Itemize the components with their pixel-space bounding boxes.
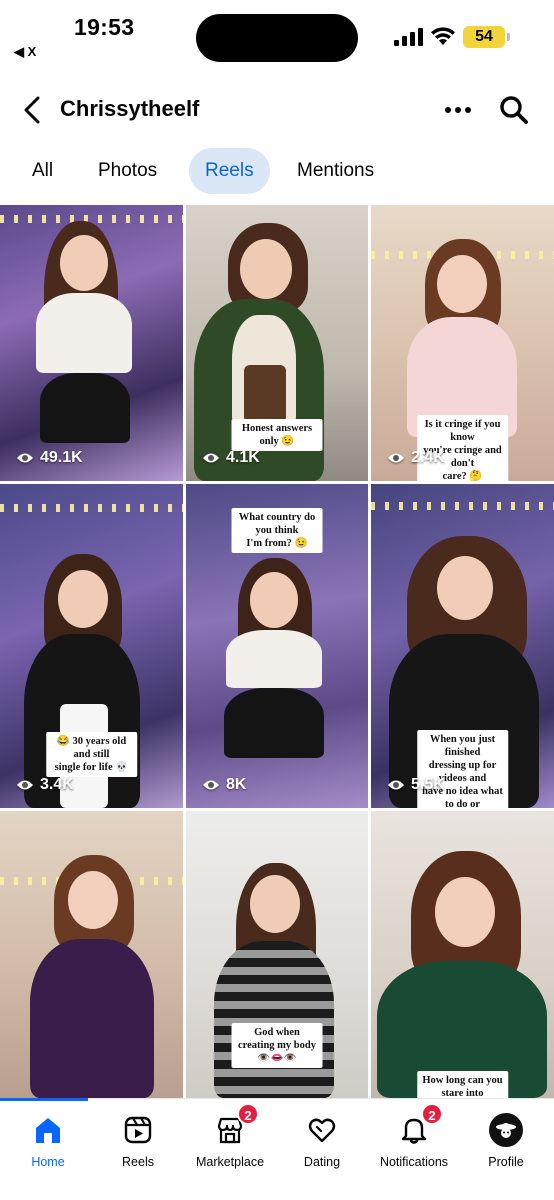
face-shape [58,570,108,628]
view-count-label: 5.5K [411,776,445,793]
wifi-icon [431,27,455,45]
fairy-lights [0,504,183,512]
status-time: 19:53 [74,14,135,40]
nav-reels[interactable]: Reels [90,1113,186,1171]
view-count-label: 4.1K [226,449,260,466]
striped-top-shape [214,941,334,1098]
view-count-label: 8K [226,776,247,793]
top-shape [36,293,132,373]
tab-mentions[interactable]: Mentions [281,148,390,194]
skirt-shape [40,373,130,443]
tab-photos[interactable]: Photos [82,148,173,194]
fairy-lights [371,502,554,510]
view-count: 3.4K [16,776,74,794]
reel-caption: God when creating my body 👁️👄👁️ [231,1023,323,1068]
back-arrow-icon [24,96,40,124]
skirt-shape [224,688,324,758]
view-count-label: 2.4K [411,449,445,466]
reel-caption: Honest answers only 😉 [231,419,323,451]
view-count: 4.1K [202,449,260,467]
face-shape [437,556,493,620]
eye-icon [388,780,404,790]
more-button[interactable] [440,94,476,126]
nav-home[interactable]: Home [0,1113,96,1171]
reel-thumbnail[interactable]: When you just finished dressing up for v… [371,484,554,808]
reel-thumbnail[interactable]: God when creating my body 👁️👄👁️ [186,811,368,1098]
top-shape [226,630,322,688]
face-shape [250,572,298,628]
face-shape [250,875,300,933]
nav-label: Dating [303,1155,341,1169]
search-button[interactable] [496,92,532,128]
nav-label: Home [31,1155,65,1169]
tab-all[interactable]: All [16,148,69,194]
nav-label: Notifications [379,1155,449,1169]
avatar-image [496,1123,516,1138]
face-shape [437,255,487,313]
nav-dating[interactable]: Dating [274,1113,370,1171]
reel-caption: How long can you stare into my eyes 👁️👄👁… [416,1071,509,1098]
nav-profile[interactable]: Profile [458,1113,554,1171]
eye-icon [203,453,219,463]
status-bar: 19:53 ◀ X 54 [0,0,554,80]
face-shape [60,235,108,291]
bottom-navigation: Home Reels 2 Marketplace Dating 2 Notifi… [0,1098,554,1200]
corset-shape [244,365,286,423]
more-icon [465,107,471,113]
page-header: Chrissytheelf [0,84,554,136]
page-title: Chrissytheelf [60,96,200,121]
profile-avatar [489,1113,523,1147]
eye-icon [203,780,219,790]
reel-thumbnail[interactable]: Is it cringe if you know you're cringe a… [371,205,554,481]
view-count: 2.4K [387,449,445,467]
eye-icon [388,453,404,463]
nav-notifications[interactable]: 2 Notifications [366,1103,462,1171]
active-tab-indicator [0,1098,88,1101]
reel-thumbnail[interactable]: 😂 30 years old and still single for life… [0,484,183,808]
eye-icon [17,780,33,790]
back-to-app-link[interactable]: ◀ X [14,44,36,60]
eye-icon [17,453,33,463]
view-count-label: 49.1K [40,449,83,466]
tab-reels[interactable]: Reels [189,148,270,194]
notifications-badge: 2 [421,1103,443,1125]
view-count: 5.5K [387,776,445,794]
search-icon [500,96,528,124]
face-shape [240,239,292,299]
dating-icon [308,1118,336,1143]
velvet-dress-shape [30,939,154,1098]
home-icon [36,1118,60,1143]
nav-label: Profile [488,1155,524,1169]
nav-label: Marketplace [195,1155,265,1169]
back-button[interactable] [16,92,48,128]
view-count-label: 3.4K [40,776,74,793]
reel-caption: What country do you think I'm from? 😉 [231,508,323,553]
reel-thumbnail[interactable]: 49.1K [0,205,183,481]
reel-thumbnail[interactable] [0,811,183,1098]
filter-tabs: All Photos Reels Mentions [0,148,554,194]
face-shape [435,877,495,947]
battery-icon: 54 [463,26,510,48]
reel-thumbnail[interactable]: How long can you stare into my eyes 👁️👄👁… [371,811,554,1098]
more-icon [455,107,461,113]
view-count: 49.1K [16,449,83,467]
reel-caption: When you just finished dressing up for v… [416,730,509,808]
face-shape [68,871,118,929]
more-icon [445,107,451,113]
reel-thumbnail[interactable]: Honest answers only 😉 4.1K [186,205,368,481]
reel-caption: 😂 30 years old and still single for life… [45,732,138,777]
reel-caption: Is it cringe if you know you're cringe a… [416,415,509,481]
marketplace-badge: 2 [237,1103,259,1125]
reels-grid: 49.1K Honest answers only 😉 4.1K Is it c… [0,205,554,1098]
reel-thumbnail[interactable]: What country do you think I'm from? 😉 8K [186,484,368,808]
view-count: 8K [202,776,246,794]
reels-icon [124,1116,152,1144]
dynamic-island [196,14,358,62]
signal-icon [394,28,423,46]
nav-label: Reels [122,1155,154,1169]
nav-marketplace[interactable]: 2 Marketplace [182,1103,278,1171]
